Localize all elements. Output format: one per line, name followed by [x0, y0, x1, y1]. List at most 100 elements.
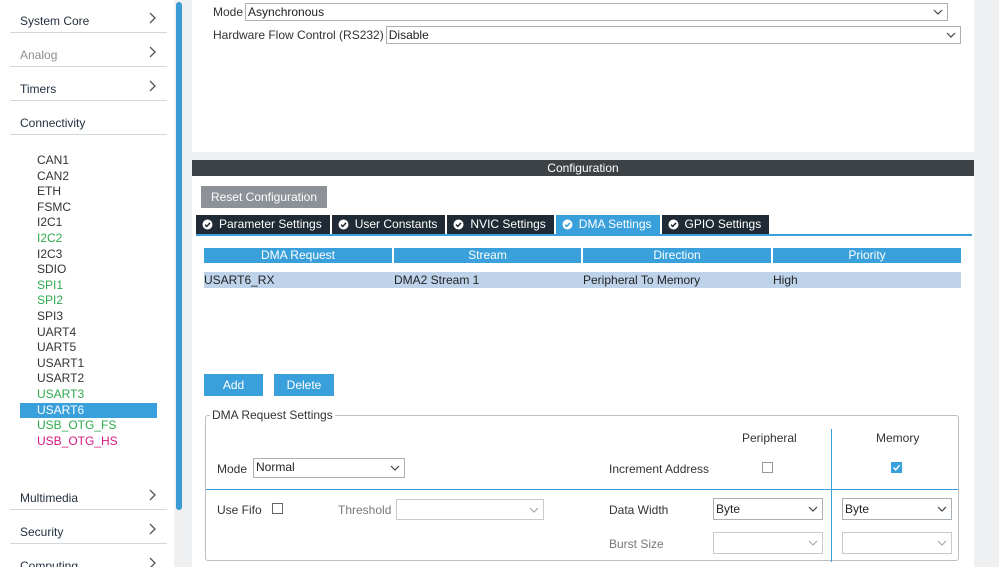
- peripheral-header: Peripheral: [742, 431, 797, 445]
- tab-gpio-settings[interactable]: GPIO Settings: [661, 215, 770, 234]
- sidebar-item-uart5[interactable]: UART5: [20, 340, 157, 356]
- cell-priority: High: [773, 273, 798, 287]
- chevron-right-icon: [147, 557, 157, 567]
- configuration-header: Configuration: [192, 160, 974, 176]
- cell-stream: DMA2 Stream 1: [394, 273, 480, 287]
- data-width-peripheral-value: Byte: [716, 502, 741, 516]
- chevron-down-icon: [808, 504, 818, 514]
- sidebar-item-i2c2[interactable]: I2C2: [20, 231, 157, 247]
- sidebar-item-usart6[interactable]: USART6: [20, 402, 157, 419]
- tab-user-constants[interactable]: User Constants: [331, 215, 446, 234]
- chevron-down-icon: [808, 538, 818, 548]
- threshold-select[interactable]: [396, 499, 544, 520]
- table-row[interactable]: USART6_RX DMA2 Stream 1 Peripheral To Me…: [204, 272, 961, 288]
- sidebar-item-fsmc[interactable]: FSMC: [20, 200, 157, 216]
- dma-mode-value: Normal: [256, 460, 295, 474]
- reset-configuration-button[interactable]: Reset Configuration: [201, 186, 327, 208]
- chevron-down-icon: [946, 30, 956, 40]
- sidebar-item-i2c3[interactable]: I2C3: [20, 247, 157, 263]
- panel-splitter[interactable]: [184, 0, 192, 567]
- use-fifo-checkbox[interactable]: [272, 503, 283, 514]
- increment-address-label: Increment Address: [609, 462, 710, 476]
- tab-parameter-settings[interactable]: Parameter Settings: [196, 215, 330, 234]
- add-button[interactable]: Add: [204, 374, 263, 396]
- data-width-peripheral-select[interactable]: Byte: [713, 498, 823, 520]
- sidebar-item-can1[interactable]: CAN1: [20, 153, 157, 169]
- category-multimedia[interactable]: Multimedia: [10, 480, 167, 510]
- mode-label: Mode: [217, 462, 248, 476]
- threshold-label: Threshold: [338, 503, 392, 517]
- sidebar-scrollbar[interactable]: [174, 0, 184, 567]
- horizontal-splitter[interactable]: [192, 152, 974, 160]
- increment-peripheral-checkbox[interactable]: [762, 462, 773, 473]
- chevron-right-icon: [147, 523, 157, 535]
- tab-label: NVIC Settings: [470, 217, 546, 231]
- flow-control-select[interactable]: Disable: [385, 26, 961, 44]
- chevron-right-icon: [147, 12, 157, 24]
- category-analog[interactable]: Analog: [10, 37, 167, 67]
- sidebar-item-can2[interactable]: CAN2: [20, 169, 157, 185]
- category-label: Analog: [20, 48, 58, 62]
- burst-peripheral-select[interactable]: [713, 532, 823, 554]
- dma-mode-select[interactable]: Normal: [253, 458, 405, 478]
- column-header-dma-request[interactable]: DMA Request: [204, 248, 394, 263]
- tab-label: Parameter Settings: [219, 217, 322, 231]
- column-header-stream[interactable]: Stream: [394, 248, 583, 263]
- sidebar-item-usart3[interactable]: USART3: [20, 387, 157, 403]
- scrollbar-thumb[interactable]: [176, 2, 182, 510]
- row-divider: [206, 489, 958, 490]
- category-label: Computing: [20, 559, 79, 567]
- category-system-core[interactable]: System Core: [10, 3, 167, 33]
- tab-nvic-settings[interactable]: NVIC Settings: [447, 215, 554, 234]
- category-label: Timers: [20, 82, 57, 96]
- category-computing[interactable]: Computing: [10, 548, 167, 567]
- sidebar-item-spi3[interactable]: SPI3: [20, 309, 157, 325]
- category-label: System Core: [20, 14, 90, 28]
- burst-memory-select[interactable]: [842, 532, 952, 554]
- chevron-down-icon: [390, 463, 400, 473]
- tab-underline: [196, 234, 972, 236]
- sidebar-item-spi1[interactable]: SPI1: [20, 278, 157, 294]
- column-header-direction[interactable]: Direction: [583, 248, 773, 263]
- check-circle-icon: [202, 219, 213, 230]
- sidebar-item-spi2[interactable]: SPI2: [20, 293, 157, 309]
- table-header: DMA Request Stream Direction Priority: [204, 248, 961, 263]
- sidebar-item-usb-otg-fs[interactable]: USB_OTG_FS: [20, 418, 157, 434]
- mode-row: Mode Asynchronous: [213, 3, 949, 21]
- tab-label: User Constants: [354, 217, 438, 231]
- sidebar-item-i2c1[interactable]: I2C1: [20, 215, 157, 231]
- tab-label: DMA Settings: [578, 217, 652, 231]
- increment-memory-checkbox[interactable]: [891, 462, 902, 473]
- column-divider: [831, 429, 832, 562]
- sidebar-item-usart1[interactable]: USART1: [20, 356, 157, 372]
- sidebar-item-sdio[interactable]: SDIO: [20, 262, 157, 278]
- chevron-down-icon: [933, 7, 943, 17]
- category-security[interactable]: Security: [10, 514, 167, 544]
- delete-button[interactable]: Delete: [274, 374, 334, 396]
- chevron-down-icon: [937, 538, 947, 548]
- use-fifo-label: Use Fifo: [217, 503, 262, 517]
- tab-dma-settings[interactable]: DMA Settings: [555, 215, 660, 234]
- sidebar-item-usart2[interactable]: USART2: [20, 371, 157, 387]
- sidebar-item-uart4[interactable]: UART4: [20, 325, 157, 341]
- data-width-memory-select[interactable]: Byte: [842, 498, 952, 520]
- sidebar-item-eth[interactable]: ETH: [20, 184, 157, 200]
- tab-label: GPIO Settings: [684, 217, 762, 231]
- dma-request-table: DMA Request Stream Direction Priority US…: [204, 248, 961, 288]
- category-connectivity[interactable]: Connectivity: [10, 105, 167, 135]
- sidebar-item-usb-otg-hs[interactable]: USB_OTG_HS: [20, 434, 157, 450]
- connectivity-list: CAN1 CAN2 ETH FSMC I2C1 I2C2 I2C3 SDIO S…: [20, 153, 157, 449]
- check-circle-icon: [338, 219, 349, 230]
- dma-request-settings-group: DMA Request Settings Peripheral Memory M…: [205, 408, 959, 562]
- category-timers[interactable]: Timers: [10, 71, 167, 101]
- mode-select[interactable]: Asynchronous: [245, 3, 949, 21]
- sidebar: System Core Analog Timers Connectivity C…: [0, 0, 174, 567]
- category-label: Multimedia: [20, 491, 79, 505]
- chevron-right-icon: [147, 80, 157, 92]
- chevron-right-icon: [147, 489, 157, 501]
- cell-dma-request: USART6_RX: [204, 273, 275, 287]
- flow-control-row: Hardware Flow Control (RS232) Disable: [213, 26, 961, 44]
- category-label: Security: [20, 525, 64, 539]
- column-header-priority[interactable]: Priority: [773, 248, 961, 263]
- dma-request-settings-legend: DMA Request Settings: [210, 408, 335, 422]
